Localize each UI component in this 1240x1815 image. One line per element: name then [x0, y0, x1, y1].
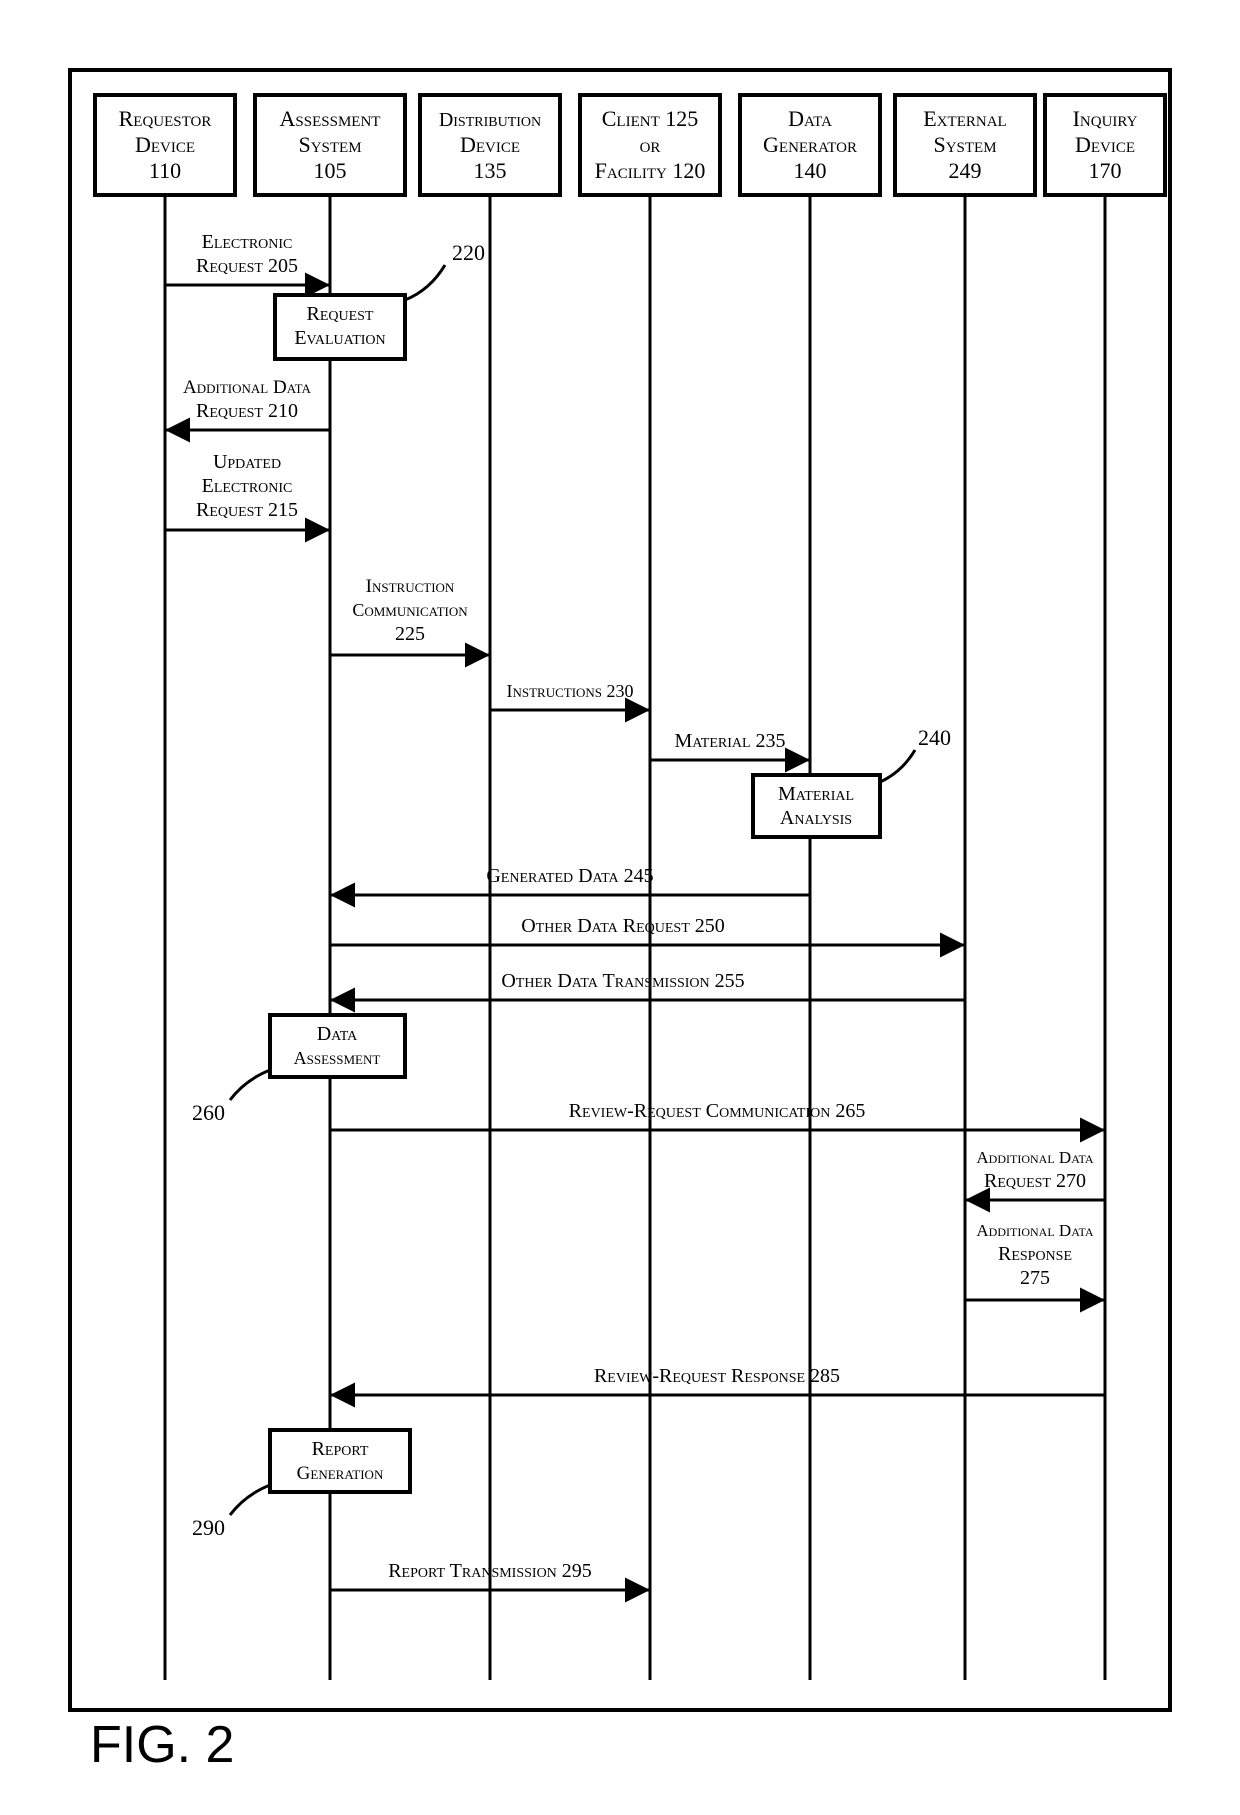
assessment-l1: Assessment — [280, 106, 381, 131]
msg-other-data-transmission: Other Data Transmission 255 — [330, 970, 965, 1000]
ext-l1: External — [923, 106, 1006, 131]
distribution-l3: 135 — [474, 158, 507, 183]
svg-text:Response: Response — [998, 1243, 1072, 1265]
participant-distribution: Distribution Device 135 — [420, 95, 560, 1680]
requestor-l1: Requestor — [119, 106, 212, 131]
svg-text:Data: Data — [317, 1023, 358, 1045]
activation-data-assessment: Data Assessment 260 — [192, 1015, 405, 1125]
svg-text:Updated: Updated — [213, 451, 281, 473]
svg-text:Review-Request Communication 2: Review-Request Communication 265 — [569, 1100, 866, 1122]
svg-text:Request 210: Request 210 — [196, 400, 298, 422]
svg-text:Request 205: Request 205 — [196, 255, 298, 277]
svg-text:Other Data Transmission 255: Other Data Transmission 255 — [501, 970, 744, 992]
inq-l3: 170 — [1089, 158, 1122, 183]
participant-client: Client 125 or Facility 120 — [580, 95, 720, 1680]
svg-text:Material 235: Material 235 — [674, 730, 785, 752]
activation-report-generation: Report Generation 290 — [192, 1430, 410, 1540]
svg-text:220: 220 — [452, 240, 485, 265]
svg-text:Request: Request — [306, 303, 373, 325]
svg-text:Additional Data: Additional Data — [183, 377, 312, 398]
distribution-l1: Distribution — [439, 109, 541, 131]
svg-text:Request 270: Request 270 — [984, 1170, 1086, 1192]
datagen-l2: Generator — [763, 132, 857, 157]
requestor-l2: Device — [135, 132, 195, 157]
ext-l3: 249 — [949, 158, 982, 183]
inq-l1: Inquiry — [1073, 106, 1138, 131]
svg-text:Report Transmission 295: Report Transmission 295 — [388, 1560, 592, 1582]
msg-additional-data-response: Additional Data Response 275 — [965, 1221, 1105, 1300]
svg-text:Instructions 230: Instructions 230 — [506, 681, 633, 701]
svg-text:Assessment: Assessment — [294, 1048, 381, 1068]
msg-other-data-request: Other Data Request 250 — [330, 915, 965, 945]
msg-generated-data: Generated Data 245 — [330, 865, 810, 895]
svg-text:Request 215: Request 215 — [196, 499, 298, 521]
msg-electronic-request: Electronic Request 205 — [165, 231, 330, 285]
svg-text:Additional Data: Additional Data — [976, 1221, 1093, 1240]
assessment-l3: 105 — [314, 158, 347, 183]
msg-review-request-response: Review-Request Response 285 — [330, 1365, 1105, 1395]
figure-caption: FIG. 2 — [90, 1715, 234, 1775]
msg-instructions: Instructions 230 — [490, 681, 650, 710]
svg-text:Analysis: Analysis — [780, 807, 852, 829]
assessment-l2: System — [298, 132, 361, 157]
msg-instruction-communication: Instruction Communication 225 — [330, 576, 490, 655]
svg-text:260: 260 — [192, 1100, 225, 1125]
distribution-l2: Device — [460, 132, 520, 157]
client-l2: or — [640, 132, 661, 157]
svg-text:240: 240 — [918, 725, 951, 750]
svg-text:Generated Data 245: Generated Data 245 — [486, 865, 653, 887]
sequence-diagram: Requestor Device 110 Assessment System 1… — [0, 0, 1240, 1815]
svg-text:275: 275 — [1020, 1267, 1050, 1289]
participant-inquiry-device: Inquiry Device 170 — [1045, 95, 1165, 1680]
svg-text:Additional Data: Additional Data — [976, 1148, 1093, 1167]
svg-text:Other Data Request 250: Other Data Request 250 — [521, 915, 725, 937]
svg-text:Review-Request Response 285: Review-Request Response 285 — [594, 1365, 840, 1387]
svg-text:225: 225 — [395, 623, 425, 645]
client-l3: Facility 120 — [595, 158, 706, 183]
inq-l2: Device — [1075, 132, 1135, 157]
svg-text:Electronic: Electronic — [202, 231, 293, 253]
svg-text:Material: Material — [778, 783, 854, 805]
client-l1: Client 125 — [602, 106, 699, 131]
svg-text:Report: Report — [312, 1438, 369, 1460]
svg-text:Electronic: Electronic — [202, 475, 293, 497]
svg-text:Instruction: Instruction — [366, 576, 455, 597]
datagen-l3: 140 — [794, 158, 827, 183]
datagen-l1: Data — [788, 106, 832, 131]
participant-data-generator: Data Generator 140 — [740, 95, 880, 1680]
msg-review-request-communication: Review-Request Communication 265 — [330, 1100, 1105, 1130]
ext-l2: System — [933, 132, 996, 157]
svg-text:Generation: Generation — [297, 1463, 384, 1484]
msg-updated-electronic-request: Updated Electronic Request 215 — [165, 451, 330, 530]
activation-request-evaluation: Request Evaluation 220 — [275, 240, 485, 359]
svg-text:Communication: Communication — [352, 600, 468, 620]
svg-text:Evaluation: Evaluation — [294, 327, 385, 349]
svg-text:290: 290 — [192, 1515, 225, 1540]
participant-requestor: Requestor Device 110 — [95, 95, 235, 1680]
msg-material: Material 235 — [650, 730, 810, 760]
msg-additional-data-request-270: Additional Data Request 270 — [965, 1148, 1105, 1200]
msg-additional-data-request-210: Additional Data Request 210 — [165, 377, 330, 430]
requestor-l3: 110 — [149, 158, 181, 183]
participant-external-system: External System 249 — [895, 95, 1035, 1680]
